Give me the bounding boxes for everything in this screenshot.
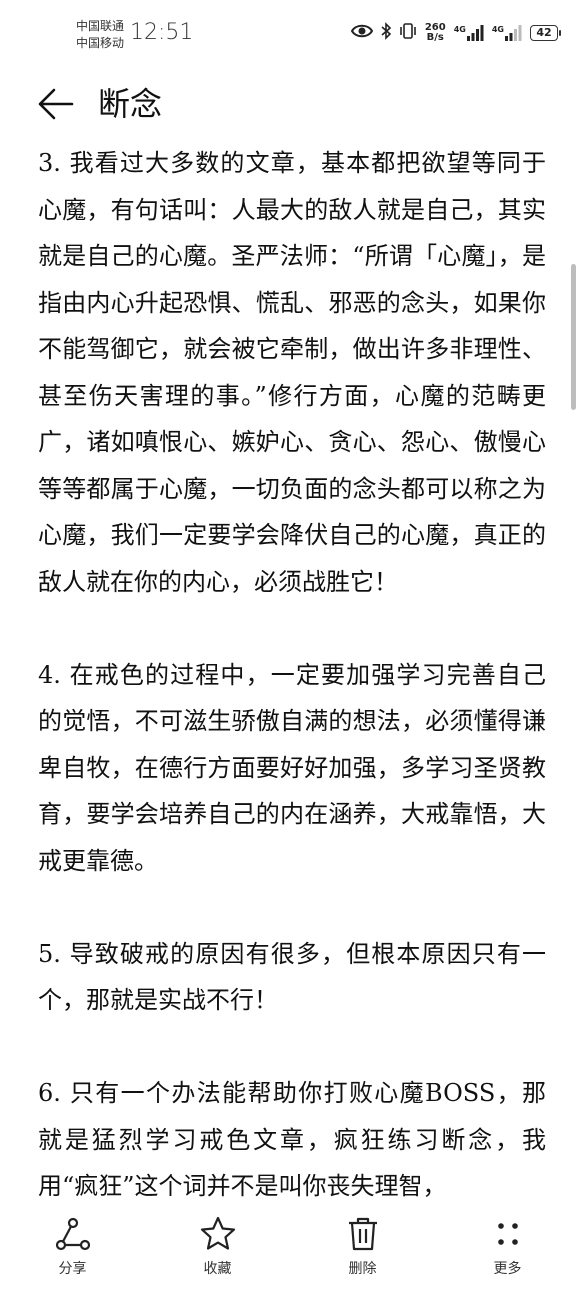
status-icons: 260 B/s 4G 4G 42 — [350, 22, 561, 44]
signal-2-label: 4G — [491, 25, 504, 34]
article-paragraph-4: 4. 在戒色的过程中，一定要加强学习完善自己的觉悟，不可滋生骄傲自满的想法，必须… — [38, 660, 546, 875]
scrollbar[interactable] — [571, 264, 576, 410]
favorite-button[interactable]: 收藏 — [145, 1206, 290, 1289]
share-icon — [55, 1217, 90, 1251]
more-label: 更多 — [493, 1261, 522, 1277]
title-bar: 断念 — [0, 72, 580, 136]
share-label: 分享 — [58, 1261, 87, 1277]
carrier-info: 中国联通 中国移动 — [76, 18, 124, 52]
star-icon — [200, 1216, 235, 1250]
more-button[interactable]: 更多 — [435, 1206, 580, 1289]
status-time: 12:51 — [130, 20, 194, 45]
page-title: 断念 — [98, 85, 163, 123]
signal-bars-icon — [505, 25, 522, 41]
vibrate-icon — [399, 22, 417, 44]
bottom-toolbar: 分享 收藏 删除 更多 — [0, 1206, 580, 1289]
article-body: 3. 我看过大多数的文章，基本都把欲望等同于心魔，有句话叫：人最大的敌人就是自己… — [38, 140, 546, 1210]
favorite-label: 收藏 — [203, 1261, 232, 1277]
arrow-left-icon — [38, 88, 74, 120]
carrier-2: 中国移动 — [76, 36, 125, 50]
trash-icon — [348, 1217, 377, 1251]
carrier-1: 中国联通 — [76, 19, 125, 33]
article-paragraph-5: 5. 导致破戒的原因有很多，但根本原因只有一个，那就是实战不行！ — [38, 939, 546, 1015]
status-bar: 中国联通 中国移动 12:51 260 B/s 4G 4G 42 — [0, 0, 580, 68]
signal-1-label: 4G — [453, 25, 466, 34]
net-speed-unit: B/s — [426, 32, 444, 43]
signal-2: 4G — [492, 25, 522, 41]
battery-icon: 42 — [530, 25, 561, 41]
share-button[interactable]: 分享 — [0, 1206, 145, 1289]
eye-icon — [350, 23, 373, 43]
article-paragraph-6: 6. 只有一个办法能帮助你打败心魔BOSS，那就是猛烈学习戒色文章，疯狂练习断念… — [38, 1079, 546, 1200]
signal-bars-icon — [466, 25, 484, 41]
article-paragraph-3: 3. 我看过大多数的文章，基本都把欲望等同于心魔，有句话叫：人最大的敌人就是自己… — [38, 149, 546, 596]
delete-button[interactable]: 删除 — [290, 1206, 435, 1289]
delete-label: 删除 — [348, 1261, 377, 1277]
net-speed: 260 B/s — [425, 23, 446, 43]
bluetooth-icon — [381, 22, 392, 44]
more-dots-icon — [497, 1223, 518, 1245]
signal-1: 4G — [454, 25, 484, 41]
back-button[interactable] — [36, 86, 76, 122]
